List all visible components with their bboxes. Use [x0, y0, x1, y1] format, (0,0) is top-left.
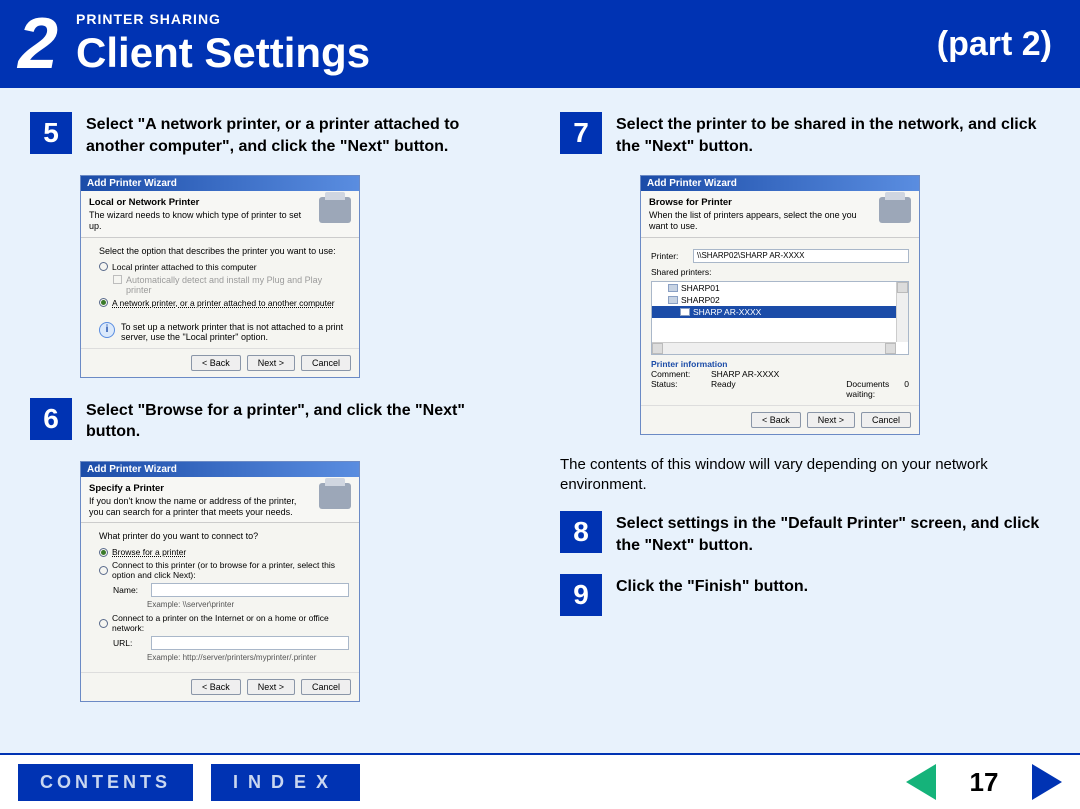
comment-label: Comment: [651, 369, 701, 379]
name-field-row: Name: [113, 583, 349, 597]
back-button[interactable]: < Back [191, 355, 241, 371]
docs-waiting-value: 0 [904, 379, 909, 399]
index-button[interactable]: INDEX [211, 764, 360, 801]
tree-item[interactable]: SHARP01 [652, 282, 908, 294]
wizard-screenshot-5: Add Printer Wizard Local or Network Prin… [80, 175, 360, 377]
radio-browse-printer[interactable]: Browse for a printer [99, 547, 349, 557]
step-9: 9 Click the "Finish" button. [560, 574, 1050, 616]
printer-small-icon [680, 308, 690, 316]
wizard-title: Add Printer Wizard [81, 462, 359, 477]
url-field-row: URL: [113, 636, 349, 650]
cancel-button[interactable]: Cancel [861, 412, 911, 428]
step-text: Select settings in the "Default Printer"… [616, 511, 1050, 556]
radio-icon [99, 619, 108, 628]
section-name: PRINTER SHARING [76, 11, 937, 27]
chapter-number: 2 [18, 8, 58, 80]
wizard-subheading: When the list of printers appears, selec… [649, 210, 857, 231]
step-7: 7 Select the printer to be shared in the… [560, 112, 1050, 157]
back-button[interactable]: < Back [191, 679, 241, 695]
page-header: 2 PRINTER SHARING Client Settings (part … [0, 0, 1080, 88]
part-label: (part 2) [937, 25, 1062, 64]
left-column: 5 Select "A network printer, or a printe… [30, 112, 520, 733]
step-5: 5 Select "A network printer, or a printe… [30, 112, 520, 157]
next-button[interactable]: Next > [247, 679, 295, 695]
printer-field-row: Printer: \\SHARP02\SHARP AR-XXXX [651, 249, 909, 263]
step-number: 6 [30, 398, 72, 440]
checkbox-icon [113, 275, 122, 284]
back-button[interactable]: < Back [751, 412, 801, 428]
tree-item-selected[interactable]: SHARP AR-XXXX [652, 306, 908, 318]
wizard-subheading: If you don't know the name or address of… [89, 496, 296, 517]
step-number: 5 [30, 112, 72, 154]
next-page-icon[interactable] [1032, 764, 1062, 800]
radio-network-printer[interactable]: A network printer, or a printer attached… [99, 298, 349, 308]
url-input[interactable] [151, 636, 349, 650]
wizard-title: Add Printer Wizard [81, 176, 359, 191]
wizard-title: Add Printer Wizard [641, 176, 919, 191]
status-label: Status: [651, 379, 701, 399]
computer-icon [668, 296, 678, 304]
checkbox-auto-detect: Automatically detect and install my Plug… [113, 275, 349, 295]
step-text: Select "A network printer, or a printer … [86, 112, 520, 157]
status-value: Ready [711, 379, 736, 399]
comment-value: SHARP AR-XXXX [711, 369, 779, 379]
step-number: 9 [560, 574, 602, 616]
wizard-screenshot-6: Add Printer Wizard Specify a Printer If … [80, 461, 360, 702]
scroll-left-icon[interactable] [652, 343, 663, 354]
page-number: 17 [954, 767, 1014, 798]
step-8: 8 Select settings in the "Default Printe… [560, 511, 1050, 556]
prev-page-icon[interactable] [906, 764, 936, 800]
wizard-heading: Local or Network Printer [89, 197, 313, 209]
scrollbar-horizontal[interactable] [652, 342, 896, 354]
computer-icon [668, 284, 678, 292]
cancel-button[interactable]: Cancel [301, 679, 351, 695]
info-icon: i [99, 322, 115, 338]
step-text: Click the "Finish" button. [616, 574, 808, 616]
name-input[interactable] [151, 583, 349, 597]
shared-printers-label: Shared printers: [651, 267, 909, 277]
docs-waiting-label: Documents waiting: [846, 379, 896, 399]
scrollbar-vertical[interactable] [896, 282, 908, 342]
wizard-subheading: The wizard needs to know which type of p… [89, 210, 301, 231]
wizard-heading: Specify a Printer [89, 483, 313, 495]
content-area: 5 Select "A network printer, or a printe… [0, 88, 1080, 753]
printer-icon [319, 483, 351, 509]
cancel-button[interactable]: Cancel [301, 355, 351, 371]
step-text: Select the printer to be shared in the n… [616, 112, 1050, 157]
step-7-note: The contents of this window will vary de… [560, 455, 1050, 496]
radio-local-printer[interactable]: Local printer attached to this computer [99, 262, 349, 272]
name-example: Example: \\server\printer [147, 600, 349, 609]
wizard-info-text: To set up a network printer that is not … [121, 322, 349, 342]
radio-icon [99, 262, 108, 271]
printer-info-header: Printer information [651, 359, 909, 369]
scroll-up-icon[interactable] [897, 282, 908, 293]
step-text: Select "Browse for a printer", and click… [86, 398, 520, 443]
next-button[interactable]: Next > [247, 355, 295, 371]
radio-icon [99, 298, 108, 307]
page-footer: CONTENTS INDEX 17 [0, 753, 1080, 809]
wizard-intro: Select the option that describes the pri… [99, 246, 349, 256]
radio-connect-named[interactable]: Connect to this printer (or to browse fo… [99, 560, 349, 580]
radio-icon [99, 566, 108, 575]
scroll-right-icon[interactable] [885, 343, 896, 354]
page-title: Client Settings [76, 29, 937, 77]
step-number: 8 [560, 511, 602, 553]
next-button[interactable]: Next > [807, 412, 855, 428]
wizard-heading: Browse for Printer [649, 197, 873, 209]
radio-icon [99, 548, 108, 557]
printer-path-input[interactable]: \\SHARP02\SHARP AR-XXXX [693, 249, 909, 263]
printer-icon [879, 197, 911, 223]
contents-button[interactable]: CONTENTS [18, 764, 193, 801]
wizard-screenshot-7: Add Printer Wizard Browse for Printer Wh… [640, 175, 920, 434]
printer-icon [319, 197, 351, 223]
step-number: 7 [560, 112, 602, 154]
shared-printers-list[interactable]: SHARP01 SHARP02 SHARP AR-XXXX [651, 281, 909, 355]
tree-item[interactable]: SHARP02 [652, 294, 908, 306]
radio-connect-url[interactable]: Connect to a printer on the Internet or … [99, 613, 349, 633]
wizard-intro: What printer do you want to connect to? [99, 531, 349, 541]
right-column: 7 Select the printer to be shared in the… [560, 112, 1050, 733]
step-6: 6 Select "Browse for a printer", and cli… [30, 398, 520, 443]
url-example: Example: http://server/printers/myprinte… [147, 653, 349, 662]
